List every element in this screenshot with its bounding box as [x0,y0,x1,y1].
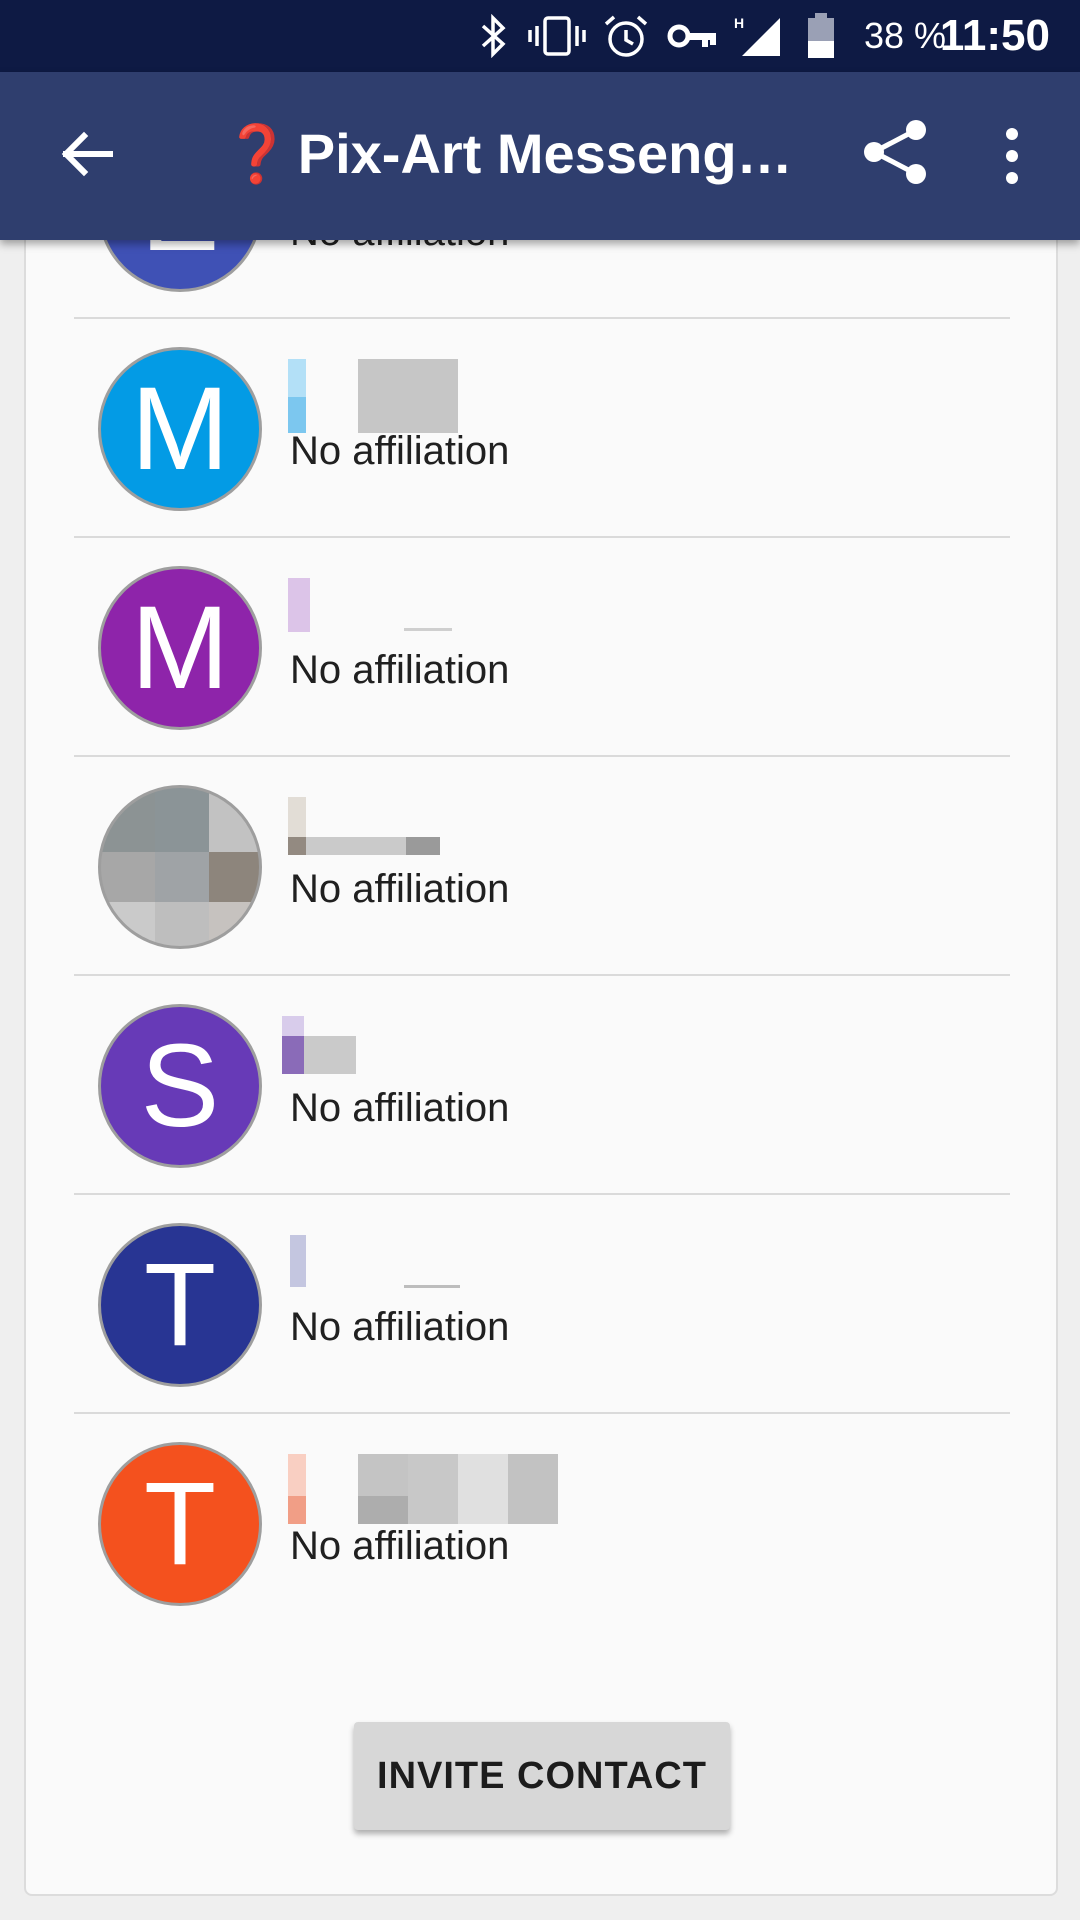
participant-row[interactable]: T No affiliation [26,1414,1056,1633]
participant-row[interactable]: T No affiliation [26,1195,1056,1414]
avatar: S [98,1004,262,1168]
participant-row[interactable]: No affiliation [26,757,1056,976]
participants-card: E No affiliation M No affiliation M No a… [24,220,1058,1896]
status-bar: H 38 % 11:50 [0,0,1080,72]
bluetooth-icon [474,14,514,58]
avatar-initial: T [143,1458,217,1590]
page-title: Pix-Art Messenge… [297,122,812,185]
signal-h-icon: H [732,14,784,58]
avatar-initial: T [143,1239,217,1371]
question-mark-icon: ❓ [222,122,292,185]
participant-row[interactable]: M No affiliation [26,538,1056,757]
toolbar-title: ❓ Pix-Art Messenge… [222,114,812,194]
vibrate-icon [528,14,586,58]
share-icon[interactable] [856,112,936,192]
affiliation-label: No affiliation [290,648,510,692]
avatar-photo [98,785,262,949]
app-toolbar: ❓ Pix-Art Messenge… [0,72,1080,240]
avatar: T [98,1442,262,1606]
alarm-icon [602,14,650,58]
battery-percent: 38 % [863,15,946,56]
affiliation-label: No affiliation [290,1086,510,1130]
avatar: T [98,1223,262,1387]
affiliation-label: No affiliation [290,1305,510,1349]
clock: 11:50 [939,11,1050,60]
invite-contact-button[interactable]: INVITE CONTACT [354,1722,730,1830]
affiliation-label: No affiliation [290,867,510,911]
avatar-initial: M [130,582,230,714]
arrow-left-icon[interactable] [56,122,120,186]
more-vert-icon[interactable] [990,124,1034,188]
avatar-initial: M [130,363,230,495]
affiliation-label: No affiliation [290,429,510,473]
avatar: M [98,566,262,730]
participant-row[interactable]: S No affiliation [26,976,1056,1195]
participant-row[interactable]: M No affiliation [26,319,1056,538]
vpn-key-icon [666,14,718,58]
avatar-initial: S [140,1020,220,1152]
affiliation-label: No affiliation [290,1524,510,1568]
avatar: M [98,347,262,511]
battery-icon [806,13,836,58]
svg-text:H: H [734,15,744,31]
